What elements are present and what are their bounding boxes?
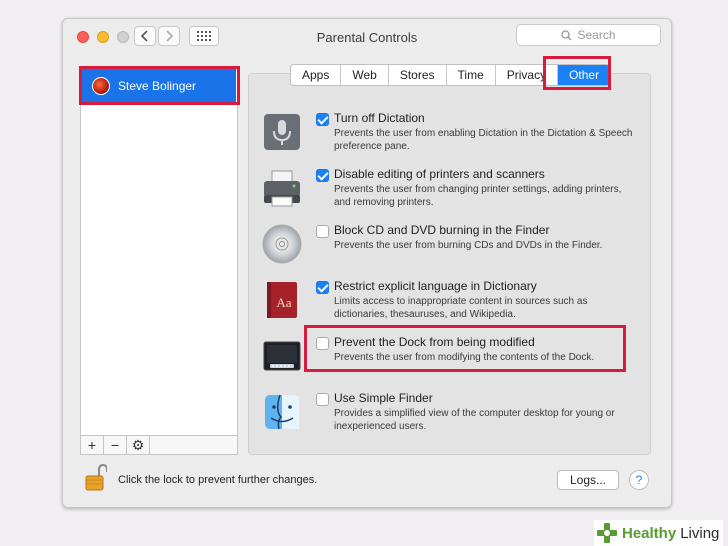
option-description: Prevents the user from enabling Dictatio… xyxy=(334,128,633,152)
option-title: Turn off Dictation xyxy=(334,111,425,125)
option-row-dictation: Turn off Dictation Prevents the user fro… xyxy=(261,111,641,153)
tab-time[interactable]: Time xyxy=(447,65,496,85)
add-user-button[interactable]: + xyxy=(81,436,104,454)
dock-option-highlight-box xyxy=(304,325,626,372)
tab-stores[interactable]: Stores xyxy=(389,65,447,85)
svg-text:Aa: Aa xyxy=(276,295,291,310)
plus-leaf-icon xyxy=(597,523,617,543)
search-icon xyxy=(561,29,572,40)
watermark: Healthy Living xyxy=(594,520,724,546)
sidebar-footer: + − ⚙ xyxy=(80,435,238,455)
dictation-checkbox[interactable] xyxy=(316,113,329,126)
help-button[interactable]: ? xyxy=(629,470,649,490)
dictionary-checkbox[interactable] xyxy=(316,281,329,294)
option-description: Prevents the user from burning CDs and D… xyxy=(334,240,603,251)
option-title: Restrict explicit language in Dictionary xyxy=(334,279,537,293)
option-row-dictionary: Aa Restrict explicit language in Diction… xyxy=(261,279,641,321)
option-title: Use Simple Finder xyxy=(334,391,433,405)
search-field[interactable]: Search xyxy=(516,24,661,46)
other-tab-highlight-box xyxy=(543,56,611,90)
gear-icon[interactable]: ⚙ xyxy=(127,436,150,454)
option-title: Disable editing of printers and scanners xyxy=(334,167,545,181)
option-description: Limits access to inappropriate content i… xyxy=(334,296,588,320)
parental-controls-window: Parental Controls Search Steve Bolinger … xyxy=(62,18,672,508)
user-list[interactable]: Steve Bolinger xyxy=(80,67,238,455)
dock-icon xyxy=(263,341,301,371)
dictionary-icon: Aa xyxy=(267,282,297,318)
search-placeholder: Search xyxy=(577,28,616,42)
logs-button[interactable]: Logs... xyxy=(557,470,619,490)
cd-icon xyxy=(262,224,302,264)
watermark-suffix: Living xyxy=(680,524,720,542)
option-row-printers: Disable editing of printers and scanners… xyxy=(261,167,641,209)
lock-status-text: Click the lock to prevent further change… xyxy=(118,474,318,486)
user-highlight-box xyxy=(79,66,240,105)
tab-apps[interactable]: Apps xyxy=(291,65,342,85)
microphone-icon xyxy=(264,114,300,150)
tab-web[interactable]: Web xyxy=(341,65,389,85)
finder-icon xyxy=(265,394,299,430)
option-title: Block CD and DVD burning in the Finder xyxy=(334,223,550,237)
option-description: Provides a simplified view of the comput… xyxy=(334,408,615,432)
title-bar: Parental Controls Search xyxy=(63,19,671,55)
cd-burning-checkbox[interactable] xyxy=(316,225,329,238)
option-description: Prevents the user from changing printer … xyxy=(334,184,622,208)
simple-finder-checkbox[interactable] xyxy=(316,393,329,406)
lock-icon[interactable] xyxy=(85,463,107,491)
printers-checkbox[interactable] xyxy=(316,169,329,182)
watermark-prefix: Healthy xyxy=(622,524,677,542)
option-row-simple-finder: Use Simple Finder Provides a simplified … xyxy=(261,391,641,433)
remove-user-button[interactable]: − xyxy=(104,436,127,454)
option-row-cd-burning: Block CD and DVD burning in the Finder P… xyxy=(261,223,641,265)
printer-icon xyxy=(264,170,300,207)
